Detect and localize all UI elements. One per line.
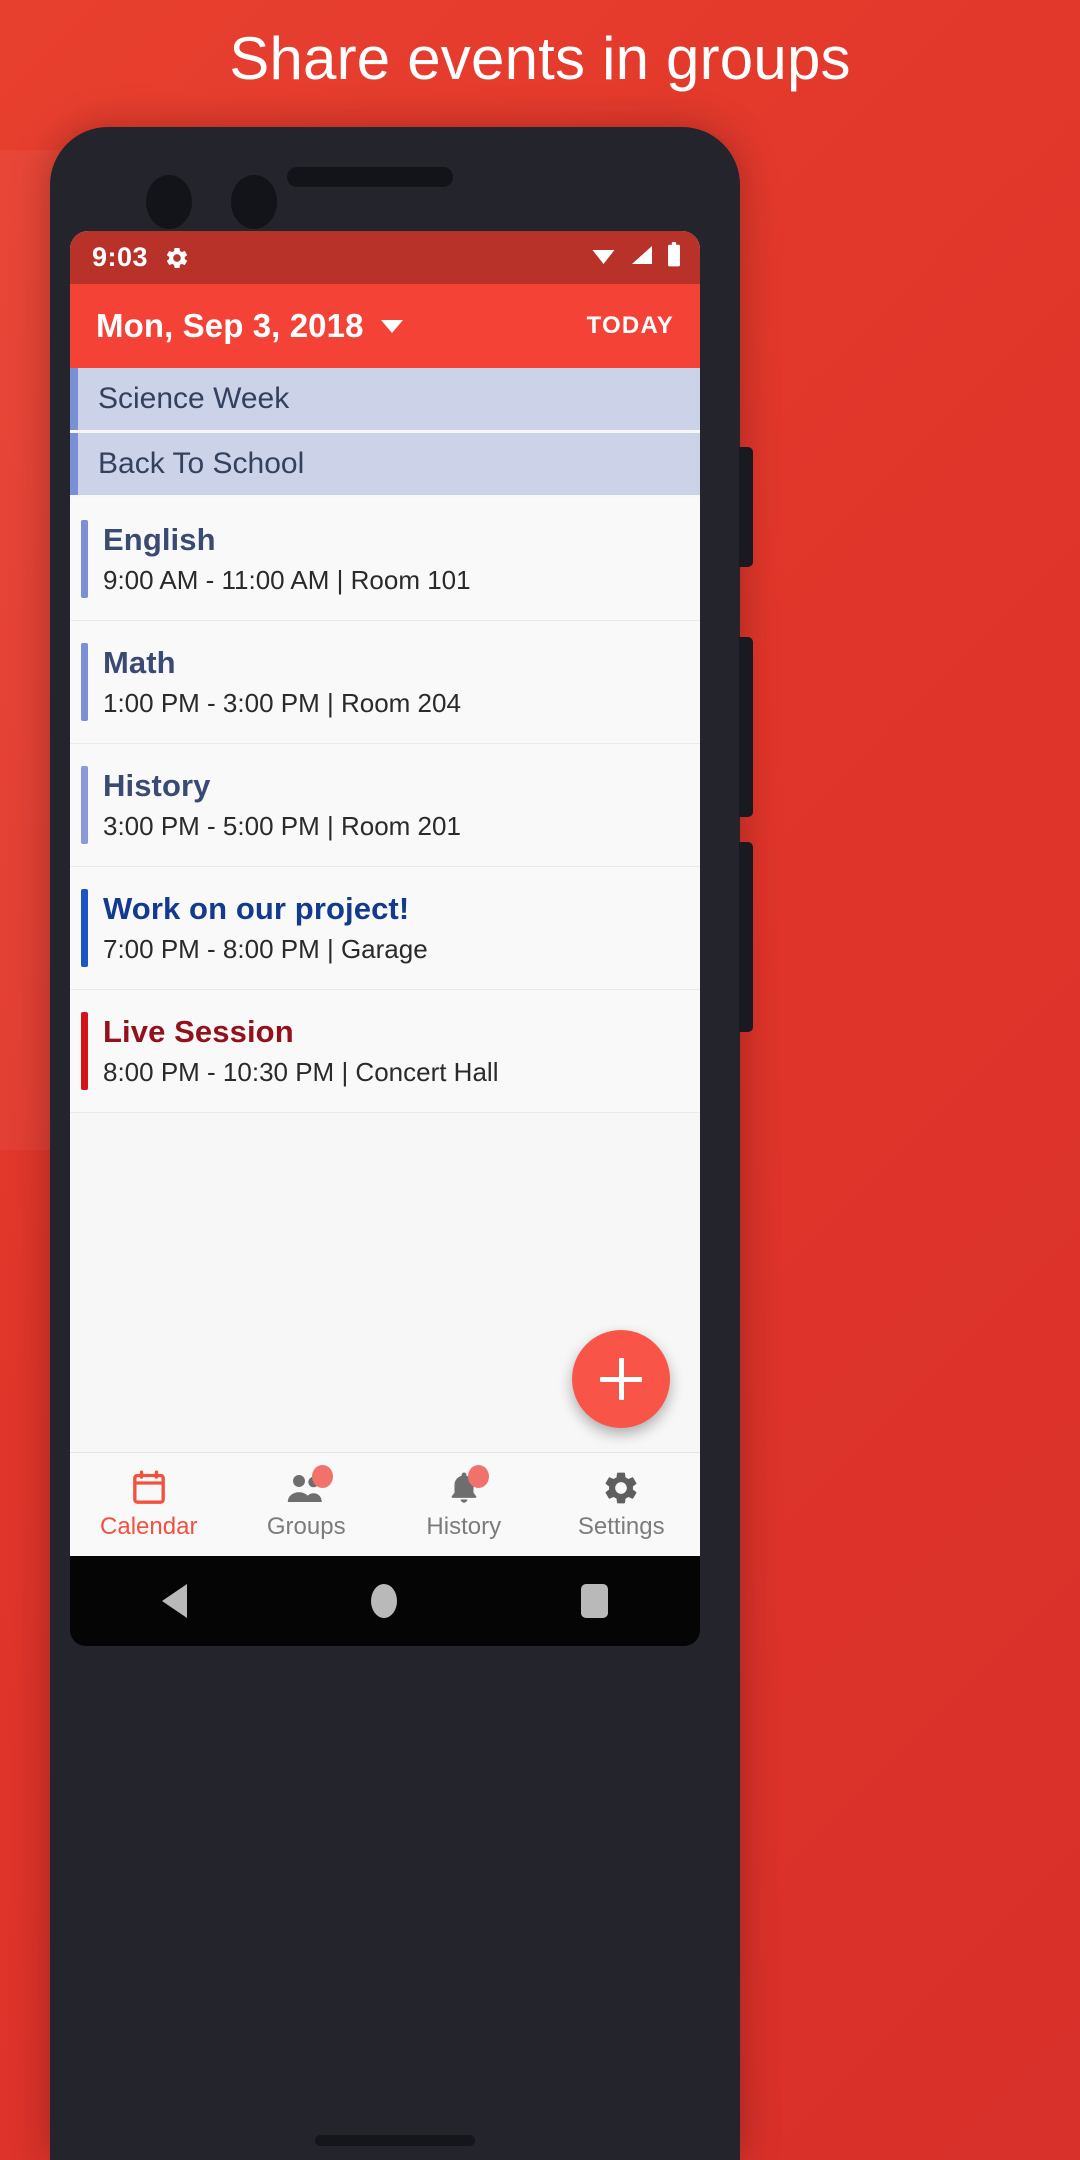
notification-badge xyxy=(312,1465,334,1488)
nav-item-history[interactable]: History xyxy=(385,1453,543,1556)
event-color-bar xyxy=(81,520,88,598)
event-color-bar xyxy=(81,889,88,967)
event-row[interactable]: Work on our project! 7:00 PM - 8:00 PM |… xyxy=(70,867,700,990)
event-meta: 1:00 PM - 3:00 PM | Room 204 xyxy=(103,688,461,718)
nav-label-groups: Groups xyxy=(266,1513,346,1540)
all-day-event[interactable]: Back To School xyxy=(70,433,700,495)
bottom-navigation: Calendar Groups History Settings xyxy=(70,1452,700,1556)
event-row[interactable]: Math 1:00 PM - 3:00 PM | Room 204 xyxy=(70,621,700,744)
app-bar: Mon, Sep 3, 2018 TODAY xyxy=(70,284,700,368)
bell-icon xyxy=(445,1465,489,1508)
android-navigation-bar xyxy=(70,1556,700,1646)
event-title: History xyxy=(103,768,211,803)
promo-title: Share events in groups xyxy=(229,25,851,92)
nav-item-calendar[interactable]: Calendar xyxy=(70,1453,228,1556)
notification-badge xyxy=(467,1465,489,1488)
back-triangle-icon[interactable] xyxy=(162,1584,187,1618)
all-day-event[interactable]: Science Week xyxy=(70,368,700,430)
event-title: Math xyxy=(103,645,176,680)
all-day-event-title: Science Week xyxy=(98,382,290,415)
nav-item-groups[interactable]: Groups xyxy=(228,1453,386,1556)
earpiece-speaker xyxy=(287,167,453,187)
event-title: English xyxy=(103,522,216,557)
phone-side-button xyxy=(739,447,753,567)
phone-frame: 9:03 Mon, Sep 3, 2018 TODAY Science Week… xyxy=(50,127,753,2160)
today-button[interactable]: TODAY xyxy=(587,312,674,340)
event-row[interactable]: History 3:00 PM - 5:00 PM | Room 201 xyxy=(70,744,700,867)
event-row[interactable]: Live Session 8:00 PM - 10:30 PM | Concer… xyxy=(70,990,700,1113)
nav-label-settings: Settings xyxy=(577,1513,665,1540)
event-color-bar xyxy=(81,1012,88,1090)
event-title: Work on our project! xyxy=(103,891,410,926)
event-color-bar xyxy=(81,766,88,844)
event-color-bar xyxy=(81,643,88,721)
event-title: Live Session xyxy=(103,1014,294,1049)
nav-item-settings[interactable]: Settings xyxy=(543,1453,701,1556)
event-meta: 3:00 PM - 5:00 PM | Room 201 xyxy=(103,811,461,841)
phone-screen: 9:03 Mon, Sep 3, 2018 TODAY Science Week… xyxy=(70,231,700,1556)
front-camera-icon xyxy=(146,175,192,229)
chevron-down-icon[interactable] xyxy=(380,319,403,333)
event-meta: 7:00 PM - 8:00 PM | Garage xyxy=(103,934,428,964)
date-picker-label[interactable]: Mon, Sep 3, 2018 xyxy=(96,307,364,345)
status-bar-clock: 9:03 xyxy=(92,242,149,272)
calendar-icon xyxy=(129,1468,169,1508)
all-day-event-title: Back To School xyxy=(98,447,305,480)
status-bar-icons xyxy=(589,242,682,273)
nav-label-calendar: Calendar xyxy=(100,1513,198,1540)
status-bar: 9:03 xyxy=(70,231,700,284)
people-icon xyxy=(285,1465,334,1508)
event-meta: 9:00 AM - 11:00 AM | Room 101 xyxy=(103,565,471,595)
plus-icon xyxy=(618,1358,624,1400)
event-row[interactable]: English 9:00 AM - 11:00 AM | Room 101 xyxy=(70,498,700,621)
recents-square-icon[interactable] xyxy=(581,1584,608,1618)
phone-side-button xyxy=(739,637,753,817)
nav-label-history: History xyxy=(426,1513,502,1540)
wifi-icon xyxy=(589,243,618,272)
add-event-fab[interactable] xyxy=(572,1330,670,1428)
bottom-speaker-grille xyxy=(315,2135,475,2146)
event-meta: 8:00 PM - 10:30 PM | Concert Hall xyxy=(103,1057,499,1087)
cellular-signal-icon xyxy=(629,243,655,272)
battery-icon xyxy=(666,242,682,273)
phone-side-button xyxy=(739,842,753,1032)
gear-icon xyxy=(601,1468,641,1508)
front-sensor-icon xyxy=(231,175,277,229)
gear-icon xyxy=(164,245,190,271)
home-circle-icon[interactable] xyxy=(371,1584,397,1618)
